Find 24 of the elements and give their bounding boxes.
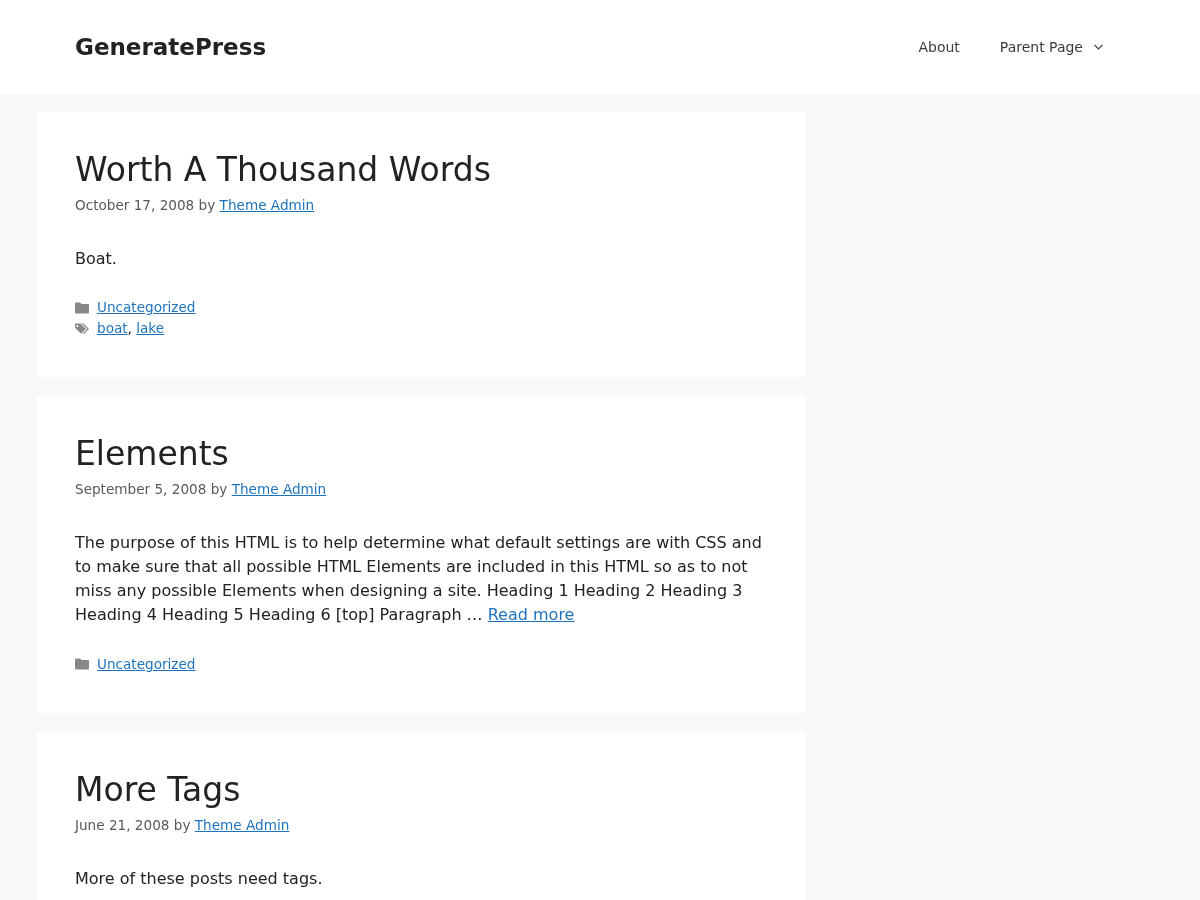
post-title[interactable]: More Tags bbox=[75, 769, 241, 810]
category-link[interactable]: Uncategorized bbox=[97, 297, 196, 319]
read-more-link[interactable]: Read more bbox=[487, 605, 575, 625]
nav-link[interactable]: Parent Page bbox=[978, 27, 1122, 67]
post-meta: September 5, 2008 by Theme Admin bbox=[75, 480, 328, 500]
folder-icon bbox=[75, 658, 89, 671]
author-link[interactable]: Theme Admin bbox=[231, 481, 327, 498]
tag-link[interactable]: boat bbox=[97, 320, 128, 337]
post-meta: October 17, 2008 by Theme Admin bbox=[75, 195, 316, 215]
author-link[interactable]: Theme Admin bbox=[219, 196, 315, 213]
post-excerpt: Boat. bbox=[75, 248, 118, 270]
folder-icon bbox=[75, 302, 89, 314]
tag-list: boat, lake bbox=[97, 318, 165, 340]
post-title[interactable]: Elements bbox=[75, 434, 229, 475]
post-title[interactable]: Worth A Thousand Words bbox=[75, 150, 491, 190]
tag-link[interactable]: lake bbox=[136, 320, 165, 337]
post-meta: June 21, 2008 by Theme Admin bbox=[75, 815, 291, 835]
site-title[interactable]: GeneratePress bbox=[75, 34, 267, 60]
post-excerpt: More of these posts need tags. bbox=[75, 867, 324, 890]
nav-link[interactable]: About bbox=[897, 27, 979, 67]
post-excerpt: The purpose of this HTML is to help determine what default settings are with CSS and to make sure that all possible HTML Elements are included in this HTML so as to not miss any possible Elements when designing a site. Heading 1 Heading 2 Heading 3 Heading 4 Heading 5 Heading 6 [top] Paragraph … Read more bbox=[75, 532, 763, 627]
tag-icon bbox=[75, 323, 89, 335]
category-link[interactable]: Uncategorized bbox=[97, 653, 196, 675]
author-link[interactable]: Theme Admin bbox=[194, 816, 290, 833]
